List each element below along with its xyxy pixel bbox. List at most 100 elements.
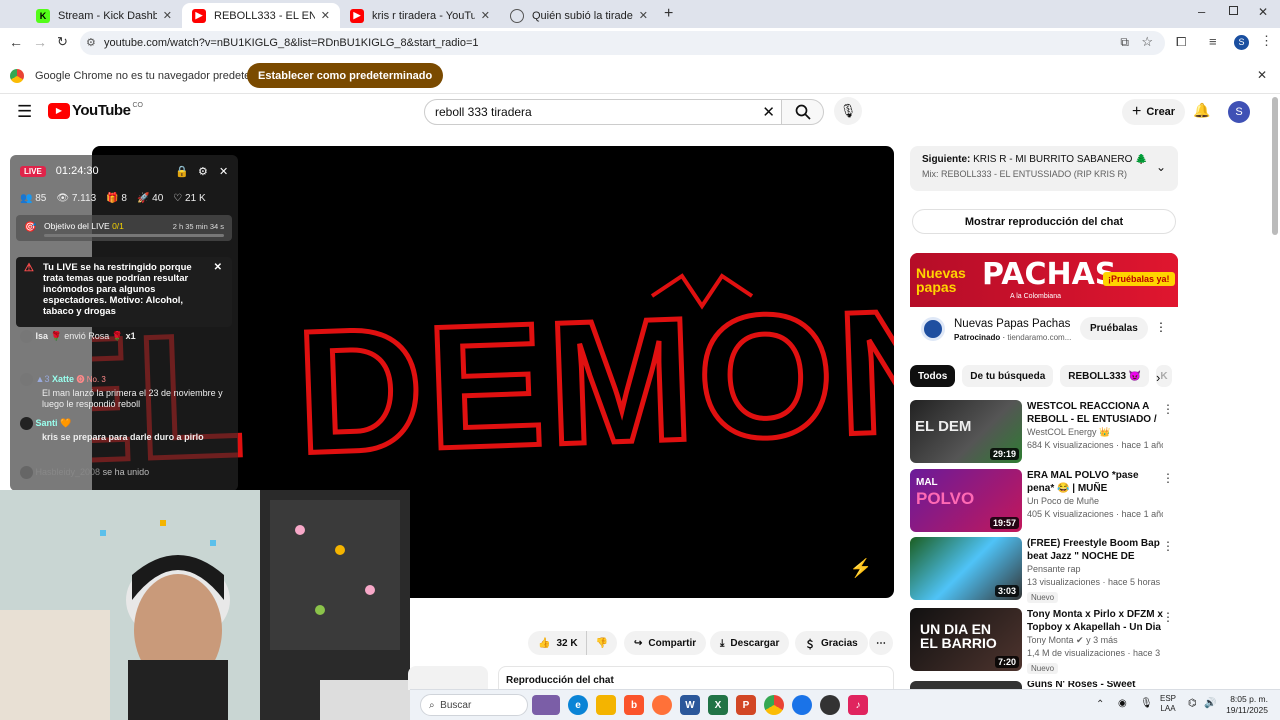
plus-icon: + bbox=[1132, 103, 1142, 120]
chrome-menu-icon[interactable]: ⋮ bbox=[1260, 33, 1273, 49]
search-input[interactable]: reboll 333 tiradera ✕ bbox=[424, 99, 782, 125]
list-item[interactable]: EL DEM 29:19 WESTCOL REACCIONA A REBOLL … bbox=[910, 400, 1178, 464]
thanks-button[interactable]: ＄ Gracias bbox=[795, 631, 868, 655]
download-button[interactable]: ⤓ Descargar bbox=[710, 631, 790, 655]
cast-icon[interactable]: ⧉ bbox=[1120, 35, 1129, 50]
ad-menu-icon[interactable]: ⋮ bbox=[1155, 320, 1167, 334]
file-explorer-icon[interactable] bbox=[596, 695, 616, 715]
excel-icon[interactable]: X bbox=[708, 695, 728, 715]
description-box[interactable] bbox=[408, 666, 488, 690]
address-bar[interactable]: ⚙ youtube.com/watch?v=nBU1KIGLG_8&list=R… bbox=[80, 31, 1165, 55]
reload-icon[interactable]: ↻ bbox=[57, 34, 68, 50]
microphone-icon[interactable]: 🎙 bbox=[1140, 698, 1153, 709]
like-button[interactable]: 👍 32 K bbox=[528, 631, 586, 655]
volume-icon[interactable]: 🔊 bbox=[1204, 698, 1216, 709]
notifications-bell-icon[interactable]: 🔔 bbox=[1193, 102, 1210, 119]
tab-quien-subio[interactable]: Quién subió la tiradera ✕ bbox=[500, 3, 658, 28]
chrome-profile-icon[interactable] bbox=[792, 695, 812, 715]
chip-todos[interactable]: Todos bbox=[910, 365, 956, 387]
powerpoint-icon[interactable]: P bbox=[736, 695, 756, 715]
clear-search-icon[interactable]: ✕ bbox=[762, 103, 775, 121]
avatar bbox=[20, 373, 33, 386]
chip-reboll333[interactable]: REBOLL333 😈 bbox=[1060, 365, 1150, 387]
page-scrollbar[interactable] bbox=[1272, 97, 1278, 235]
lock-icon[interactable]: 🔒 bbox=[175, 165, 189, 178]
brave-icon[interactable]: b bbox=[624, 695, 644, 715]
avatar bbox=[20, 466, 33, 479]
close-tab-icon[interactable]: ✕ bbox=[163, 9, 172, 22]
chip-de-tu-busqueda[interactable]: De tu búsqueda bbox=[962, 365, 1054, 387]
infobar-close-icon[interactable]: ✕ bbox=[1257, 68, 1267, 82]
rose-icon: 🌹 bbox=[50, 330, 62, 341]
list-item[interactable]: MAL POLVO 19:57 ERA MAL POLVO *pase pena… bbox=[910, 469, 1178, 533]
ad-title[interactable]: Nuevas Papas Pachas bbox=[954, 318, 1070, 330]
minimize-icon[interactable]: – bbox=[1198, 4, 1205, 19]
restore-icon[interactable] bbox=[1229, 6, 1238, 15]
site-info-icon[interactable]: ⚙ bbox=[86, 36, 96, 49]
word-icon[interactable]: W bbox=[680, 695, 700, 715]
clock[interactable]: 8:05 p. m. 19/11/2025 bbox=[1218, 694, 1268, 716]
video-menu-icon[interactable]: ⋮ bbox=[1162, 539, 1174, 553]
show-chat-replay-button[interactable]: Mostrar reproducción del chat bbox=[912, 209, 1176, 234]
voice-search-icon[interactable]: 🎙 bbox=[834, 97, 862, 125]
ad-cta-button[interactable]: Pruébalas bbox=[1080, 317, 1148, 340]
new-tab-icon[interactable]: + bbox=[664, 5, 673, 23]
ad-banner[interactable]: Nuevas papas PACHAS A la Colombiana ¡Pru… bbox=[910, 253, 1178, 307]
firefox-icon[interactable] bbox=[652, 695, 672, 715]
tab-reboll-video[interactable]: ▶ REBOLL333 - EL ENTUSSIADO (RIP KRIS R)… bbox=[182, 3, 340, 28]
language-indicator[interactable]: ESP LAA bbox=[1160, 694, 1176, 714]
widgets-icon[interactable] bbox=[532, 695, 560, 715]
close-window-icon[interactable]: ✕ bbox=[1258, 5, 1268, 19]
extensions-icon[interactable]: ⧠ bbox=[1176, 34, 1186, 50]
tray-app-icon[interactable]: ◉ bbox=[1118, 698, 1127, 709]
tab-kick-dashboard[interactable]: K Stream - Kick Dashboard ✕ bbox=[26, 3, 182, 28]
create-button[interactable]: + Crear bbox=[1122, 99, 1186, 125]
back-icon[interactable]: ← bbox=[9, 34, 23, 50]
more-actions-button[interactable]: ⋯ bbox=[869, 631, 893, 655]
youtube-icon: ▶ bbox=[350, 8, 364, 23]
reading-list-icon[interactable]: ≡ bbox=[1209, 34, 1217, 49]
taskbar-search[interactable]: ⌕ Buscar bbox=[420, 694, 528, 716]
svg-text:⚡: ⚡ bbox=[850, 557, 872, 579]
chips-next-arrow-icon[interactable]: › bbox=[1156, 370, 1160, 385]
list-item[interactable]: 3:03 (FREE) Freestyle Boom Bap beat Jazz… bbox=[910, 537, 1178, 603]
tab-kris-tiradera[interactable]: ▶ kris r tiradera - YouTube ✕ bbox=[340, 3, 500, 28]
video-thumbnail: MAL POLVO 19:57 bbox=[910, 469, 1022, 532]
eye-icon: 👁 bbox=[56, 192, 70, 204]
avatar bbox=[20, 330, 33, 343]
edge-icon[interactable]: e bbox=[568, 695, 588, 715]
video-menu-icon[interactable]: ⋮ bbox=[1162, 471, 1174, 485]
settings-gear-icon[interactable]: ⚙ bbox=[198, 165, 208, 178]
video-menu-icon[interactable]: ⋮ bbox=[1162, 402, 1174, 416]
gifts-stat: 🎁 8 bbox=[106, 192, 127, 204]
forward-icon[interactable]: → bbox=[33, 34, 47, 50]
dislike-button[interactable]: 👎 bbox=[585, 631, 618, 655]
list-item[interactable]: Guns N' Roses - Sweet Child O'... bbox=[910, 681, 1178, 689]
bookmark-star-icon[interactable]: ☆ bbox=[1141, 34, 1153, 50]
tiktok-live-icon[interactable]: ♪ bbox=[848, 695, 868, 715]
globe-icon bbox=[510, 8, 524, 23]
chevron-down-icon[interactable]: ⌄ bbox=[1156, 160, 1166, 174]
network-icon[interactable]: ⌬ bbox=[1188, 698, 1197, 709]
close-tab-icon[interactable]: ✕ bbox=[321, 9, 330, 22]
list-item[interactable]: UN DIA EN EL BARRIO 7:20 Tony Monta x Pir… bbox=[910, 608, 1178, 674]
close-tab-icon[interactable]: ✕ bbox=[481, 9, 490, 22]
live-badge: LIVE bbox=[20, 165, 46, 177]
chrome-icon[interactable] bbox=[764, 695, 784, 715]
obs-icon[interactable] bbox=[820, 695, 840, 715]
video-menu-icon[interactable]: ⋮ bbox=[1162, 610, 1174, 624]
set-default-button[interactable]: Establecer como predeterminado bbox=[247, 63, 444, 88]
profile-avatar-icon[interactable]: S bbox=[1234, 35, 1249, 50]
tray-chevron-icon[interactable]: ⌃ bbox=[1096, 699, 1104, 710]
account-avatar[interactable]: S bbox=[1228, 101, 1250, 123]
restriction-warning: ⚠ Tu LIVE se ha restringido porque trata… bbox=[16, 257, 232, 327]
warning-close-icon[interactable]: ✕ bbox=[214, 262, 222, 273]
share-arrow-icon: ↪ bbox=[634, 637, 643, 649]
share-button[interactable]: ↪ Compartir bbox=[624, 631, 707, 655]
playlist-next-card[interactable]: Siguiente: KRIS R - MI BURRITO SABANERO … bbox=[910, 146, 1178, 191]
overlay-close-icon[interactable]: ✕ bbox=[219, 165, 228, 178]
search-button[interactable] bbox=[782, 99, 824, 125]
youtube-logo[interactable]: ▶ YouTube CO bbox=[48, 102, 143, 119]
hamburger-menu-icon[interactable]: ☰ bbox=[17, 103, 32, 120]
close-tab-icon[interactable]: ✕ bbox=[639, 9, 648, 22]
